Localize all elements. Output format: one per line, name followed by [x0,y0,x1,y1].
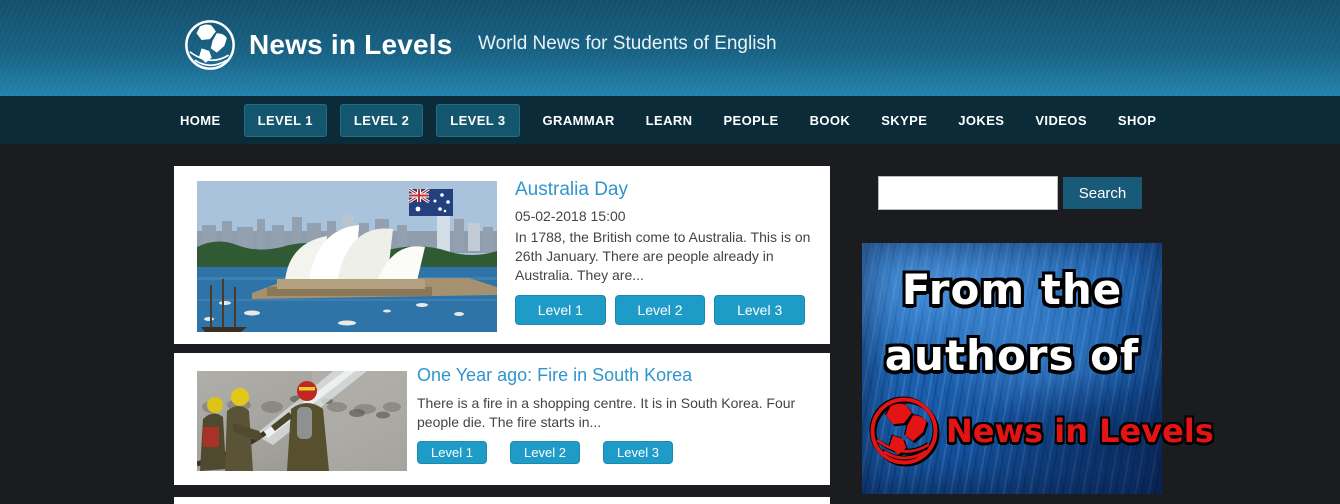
level-2-button[interactable]: Level 2 [614,295,706,325]
banner-brand-text: News in Levels [946,412,1214,450]
nav-item-learn[interactable]: LEARN [646,113,693,128]
banner-text-line2: authors of [884,331,1140,380]
level-1-button[interactable]: Level 1 [417,441,487,464]
site-header: News in Levels World News for Students o… [0,0,1340,96]
article-excerpt: In 1788, the British come to Australia. … [515,229,811,283]
main-nav: HOME LEVEL 1 LEVEL 2 LEVEL 3 GRAMMAR LEA… [0,96,1340,144]
level-3-button[interactable]: Level 3 [603,441,673,464]
article-card-partial [174,497,830,504]
banner-text-line1: From the [901,265,1123,314]
banner-brand-row: News in Levels [868,395,1214,467]
article-title[interactable]: Australia Day [515,179,814,201]
article-title[interactable]: One Year ago: Fire in South Korea [417,365,814,386]
article-excerpt: There is a fire in a shopping centre. It… [417,395,796,430]
globe-icon [185,20,235,70]
nav-item-people[interactable]: PEOPLE [723,113,778,128]
article-card: One Year ago: Fire in South Korea There … [174,353,830,485]
search-bar: Search [878,176,1142,210]
search-button[interactable]: Search [1063,177,1142,209]
nav-item-jokes[interactable]: JOKES [958,113,1004,128]
level-buttons: Level 1 Level 2 Level 3 [515,295,814,325]
site-tagline: World News for Students of English [478,33,777,54]
level-3-button[interactable]: Level 3 [714,295,806,325]
globe-icon-red [870,397,938,465]
article-date: 05-02-2018 15:00 [515,208,626,224]
level-buttons: Level 1 Level 2 Level 3 [417,441,814,464]
nav-item-level-3[interactable]: LEVEL 3 [436,103,520,137]
nav-item-home[interactable]: HOME [180,113,221,128]
level-1-button[interactable]: Level 1 [515,295,606,325]
level-2-button[interactable]: Level 2 [510,441,580,464]
article-card: Australia Day 05-02-2018 15:00 In 1788, … [174,166,830,344]
article-thumbnail-firefighters[interactable] [197,371,407,471]
search-input[interactable] [878,176,1058,210]
nav-item-shop[interactable]: SHOP [1118,113,1156,128]
authors-promo-banner[interactable]: From the authors of News in Levels [862,243,1214,494]
article-thumbnail-sydney-opera-house[interactable] [197,181,497,332]
nav-item-level-2[interactable]: LEVEL 2 [339,103,424,137]
nav-item-videos[interactable]: VIDEOS [1035,113,1087,128]
site-logo[interactable]: News in Levels [183,18,453,72]
nav-item-book[interactable]: BOOK [810,113,851,128]
nav-item-grammar[interactable]: GRAMMAR [543,113,615,128]
nav-item-level-1[interactable]: LEVEL 1 [243,103,327,137]
site-title: News in Levels [249,29,453,60]
nav-item-skype[interactable]: SKYPE [881,113,927,128]
